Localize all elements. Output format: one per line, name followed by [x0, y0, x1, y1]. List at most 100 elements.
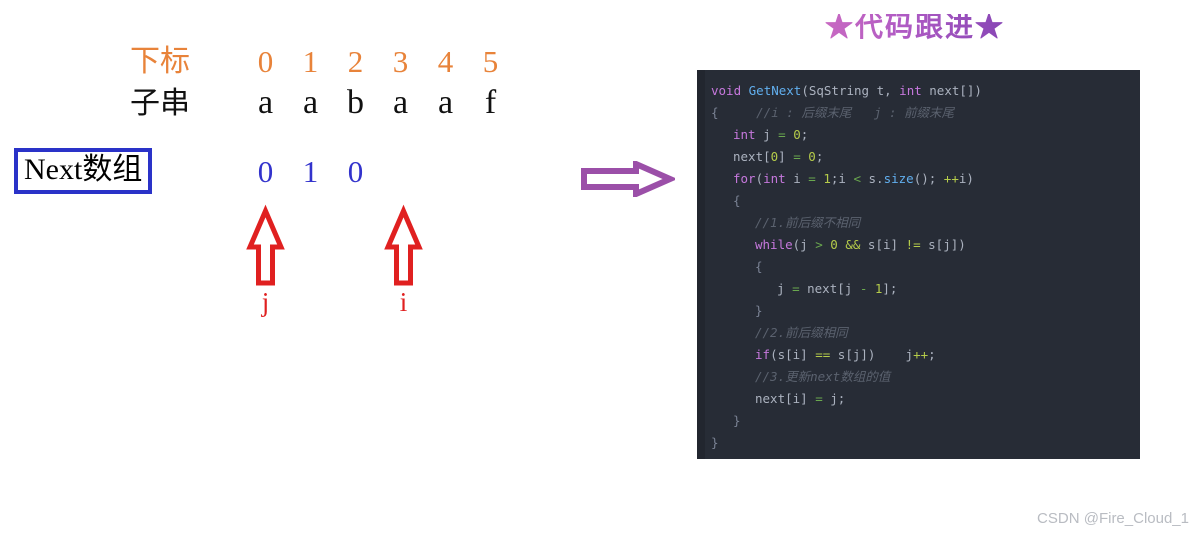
index-cell-4: 4 [437, 44, 454, 79]
next-value-cell-1: 1 [302, 154, 319, 189]
substring-cell-row: aabaaf [243, 86, 513, 120]
code-token: ++ [913, 347, 929, 362]
code-token: j [777, 281, 793, 296]
code-line: while(j > 0 && s[i] != s[j]) [705, 234, 1140, 256]
code-token: s[j]) j [837, 347, 914, 362]
code-token: for [733, 171, 756, 186]
code-token: } [755, 303, 763, 318]
code-token: { [733, 193, 741, 208]
code-token: (SqString t, [801, 83, 900, 98]
code-token: = [778, 127, 794, 142]
code-token: //1.前后缀不相同 [755, 215, 861, 230]
code-token: (j [792, 237, 816, 252]
code-token: j; [830, 391, 846, 406]
code-line: { [705, 256, 1140, 278]
code-token: j [763, 127, 779, 142]
code-line: for(int i = 1;i < s.size(); ++i) [705, 168, 1140, 190]
code-line: //2.前后缀相同 [705, 322, 1140, 344]
pointer-label-i: i [399, 287, 408, 317]
next-array-boxed-label: Next数组 [14, 148, 153, 194]
substring-cell-2: b [347, 84, 364, 121]
watermark: CSDN @Fire_Cloud_1 [1037, 510, 1189, 527]
code-token: && [845, 237, 868, 252]
code-token: 0 [808, 149, 816, 164]
index-cell-row: 012345 [243, 46, 513, 77]
code-token: while [755, 237, 793, 252]
pointer-marker-i: i [381, 203, 426, 317]
code-token: } [733, 413, 741, 428]
code-token: //3.更新next数组的值 [755, 369, 891, 384]
code-line: { [705, 190, 1140, 212]
code-token: void [711, 83, 749, 98]
pointer-marker-j: j [243, 203, 288, 316]
code-token: //2.前后缀相同 [755, 325, 848, 340]
index-cell-0: 0 [257, 44, 274, 79]
substring-cell-3: a [392, 84, 409, 121]
code-line: } [705, 432, 1140, 454]
code-panel-title: ★代码跟进★ [790, 14, 1040, 42]
code-token: == [815, 347, 838, 362]
substring-cell-1: a [302, 84, 319, 121]
code-token: { [755, 259, 763, 274]
code-token: 0 [793, 127, 801, 142]
code-token: 0 [830, 237, 846, 252]
code-token: ; [928, 347, 936, 362]
code-line: } [705, 410, 1140, 432]
code-line: int j = 0; [705, 124, 1140, 146]
code-token: ] [778, 149, 794, 164]
code-token: next[i] [755, 391, 816, 406]
code-token: < [853, 171, 869, 186]
code-line: //3.更新next数组的值 [705, 366, 1140, 388]
code-token: if [755, 347, 771, 362]
code-token: next[j [807, 281, 860, 296]
code-token: = [815, 391, 831, 406]
code-token: 1 [823, 171, 831, 186]
code-line: } [705, 300, 1140, 322]
index-row-label: 下标 [130, 45, 190, 78]
code-token: ++ [943, 171, 959, 186]
code-line: if(s[i] == s[j]) j++; [705, 344, 1140, 366]
code-token: ;i [830, 171, 854, 186]
code-token: GetNext [748, 83, 802, 98]
code-line: { //i : 后缀末尾 j : 前缀末尾 [705, 102, 1140, 124]
code-token: int [899, 83, 930, 98]
code-line: next[i] = j; [705, 388, 1140, 410]
code-token: s[j]) [928, 237, 966, 252]
substring-cell-0: a [257, 84, 274, 121]
index-cell-5: 5 [482, 44, 499, 79]
next-array-cell-row: 010 [243, 156, 378, 187]
index-cell-1: 1 [302, 44, 319, 79]
code-token: (); [913, 171, 944, 186]
code-token: (s[i] [770, 347, 816, 362]
code-gutter [697, 70, 705, 459]
code-token: } [711, 435, 719, 450]
index-cell-2: 2 [347, 44, 364, 79]
code-token: ; [815, 149, 824, 164]
kmp-next-array-diagram: 下标 子串 012345 aabaaf 010 Next数组 j i [0, 0, 700, 539]
code-token: = [793, 149, 809, 164]
substring-cell-5: f [484, 84, 497, 121]
code-line: //1.前后缀不相同 [705, 212, 1140, 234]
code-line: next[0] = 0; [705, 146, 1140, 168]
code-token: next[ [733, 149, 771, 164]
code-token: int [763, 171, 794, 186]
code-token: size [883, 171, 914, 186]
code-token: s[i] [867, 237, 906, 252]
next-array-label-text: Next数组 [24, 153, 143, 186]
index-cell-3: 3 [392, 44, 409, 79]
code-line: j = next[j - 1]; [705, 278, 1140, 300]
code-token: = [792, 281, 808, 296]
next-value-cell-2: 0 [347, 154, 364, 189]
code-lines: void GetNext(SqString t, int next[]){ //… [705, 80, 1140, 454]
code-token: i) [958, 171, 974, 186]
code-token: = [808, 171, 824, 186]
code-token: ]; [882, 281, 898, 296]
right-arrow-icon [581, 159, 678, 199]
code-token: int [733, 127, 764, 142]
code-token: //i : 后缀末尾 j : 前缀末尾 [718, 105, 954, 120]
flow-arrow [580, 159, 678, 202]
code-token: { [711, 105, 719, 120]
code-token: != [905, 237, 929, 252]
code-token: - [859, 281, 875, 296]
next-value-cell-0: 0 [257, 154, 274, 189]
